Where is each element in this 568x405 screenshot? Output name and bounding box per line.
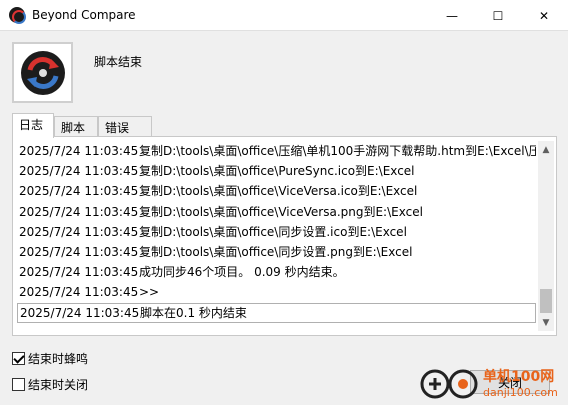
minimize-button[interactable]: — bbox=[429, 0, 475, 31]
scroll-thumb[interactable] bbox=[540, 289, 552, 313]
tab-log[interactable]: 日志 bbox=[12, 113, 54, 138]
log-list[interactable]: 2025/7/24 11:03:45复制D:\tools\桌面\office\压… bbox=[17, 141, 536, 331]
log-line[interactable]: 2025/7/24 11:03:45复制D:\tools\桌面\office\V… bbox=[17, 202, 536, 222]
log-line[interactable]: 2025/7/24 11:03:45复制D:\tools\桌面\office\同… bbox=[17, 242, 536, 262]
scroll-up-arrow-icon[interactable]: ▲ bbox=[538, 141, 554, 158]
tab-script[interactable]: 脚本 bbox=[54, 116, 98, 137]
log-line[interactable]: 2025/7/24 11:03:45复制D:\tools\桌面\office\同… bbox=[17, 222, 536, 242]
tab-errors[interactable]: 错误 bbox=[98, 116, 152, 137]
close-on-finish-checkbox[interactable] bbox=[12, 378, 25, 391]
log-timestamp: 2025/7/24 11:03:45 bbox=[19, 285, 139, 300]
maximize-icon: ☐ bbox=[492, 8, 504, 23]
status-heading: 脚本结束 bbox=[94, 55, 143, 69]
beep-on-finish-option[interactable]: 结束时蜂鸣 bbox=[12, 350, 88, 367]
close-icon: ✕ bbox=[538, 8, 550, 23]
beep-on-finish-checkbox[interactable] bbox=[12, 352, 25, 365]
log-message: 复制D:\tools\桌面\office\PureSync.ico到E:\Exc… bbox=[139, 164, 415, 179]
log-message: 脚本在0.1 秒内结束 bbox=[140, 305, 247, 320]
log-line[interactable]: 2025/7/24 11:03:45复制D:\tools\桌面\office\压… bbox=[17, 141, 536, 161]
minimize-icon: — bbox=[446, 8, 458, 23]
log-line-selected[interactable]: 2025/7/24 11:03:45脚本在0.1 秒内结束 bbox=[17, 302, 536, 323]
close-on-finish-option[interactable]: 结束时关闭 bbox=[12, 376, 88, 393]
vertical-scrollbar[interactable]: ▲ ▼ bbox=[538, 141, 554, 331]
close-window-button[interactable]: ✕ bbox=[521, 0, 567, 31]
maximize-button[interactable]: ☐ bbox=[475, 0, 521, 31]
log-timestamp: 2025/7/24 11:03:45 bbox=[19, 244, 139, 259]
log-timestamp: 2025/7/24 11:03:45 bbox=[19, 224, 139, 239]
log-timestamp: 2025/7/24 11:03:45 bbox=[19, 184, 139, 199]
beep-on-finish-label: 结束时蜂鸣 bbox=[28, 352, 89, 366]
log-timestamp: 2025/7/24 11:03:45 bbox=[19, 144, 139, 158]
log-timestamp: 2025/7/24 11:03:45 bbox=[19, 265, 139, 280]
scroll-down-arrow-icon[interactable]: ▼ bbox=[538, 314, 554, 331]
log-message: 成功同步46个项目。 0.09 秒内结束。 bbox=[139, 265, 345, 280]
log-line[interactable]: 2025/7/24 11:03:45成功同步46个项目。 0.09 秒内结束。 bbox=[17, 262, 536, 282]
close-on-finish-label: 结束时关闭 bbox=[28, 378, 89, 392]
beyond-compare-logo-icon bbox=[20, 50, 65, 95]
log-message: 复制D:\tools\桌面\office\同步设置.ico到E:\Excel bbox=[139, 224, 407, 239]
log-timestamp: 2025/7/24 11:03:45 bbox=[19, 204, 139, 219]
log-line[interactable]: 2025/7/24 11:03:45>> bbox=[17, 282, 536, 302]
log-timestamp: 2025/7/24 11:03:45 bbox=[20, 305, 140, 320]
close-dialog-button[interactable]: 关闭 bbox=[470, 370, 550, 394]
log-message: 复制D:\tools\桌面\office\ViceVersa.png到E:\Ex… bbox=[139, 204, 423, 219]
log-timestamp: 2025/7/24 11:03:45 bbox=[19, 164, 139, 179]
log-panel: 2025/7/24 11:03:45复制D:\tools\桌面\office\压… bbox=[12, 136, 557, 336]
log-message: 复制D:\tools\桌面\office\压缩\单机100手游网下载帮助.htm… bbox=[139, 144, 536, 158]
beyond-compare-app-icon bbox=[9, 7, 26, 24]
window-title: Beyond Compare bbox=[32, 8, 136, 22]
log-message: 复制D:\tools\桌面\office\ViceVersa.ico到E:\Ex… bbox=[139, 184, 418, 199]
log-message: 复制D:\tools\桌面\office\同步设置.png到E:\Excel bbox=[139, 244, 413, 259]
title-bar: Beyond Compare — ☐ ✕ bbox=[0, 0, 568, 31]
app-logo bbox=[12, 42, 73, 103]
log-line[interactable]: 2025/7/24 11:03:45复制D:\tools\桌面\office\P… bbox=[17, 161, 536, 181]
log-line[interactable]: 2025/7/24 11:03:45复制D:\tools\桌面\office\V… bbox=[17, 181, 536, 201]
log-message: >> bbox=[139, 285, 160, 300]
